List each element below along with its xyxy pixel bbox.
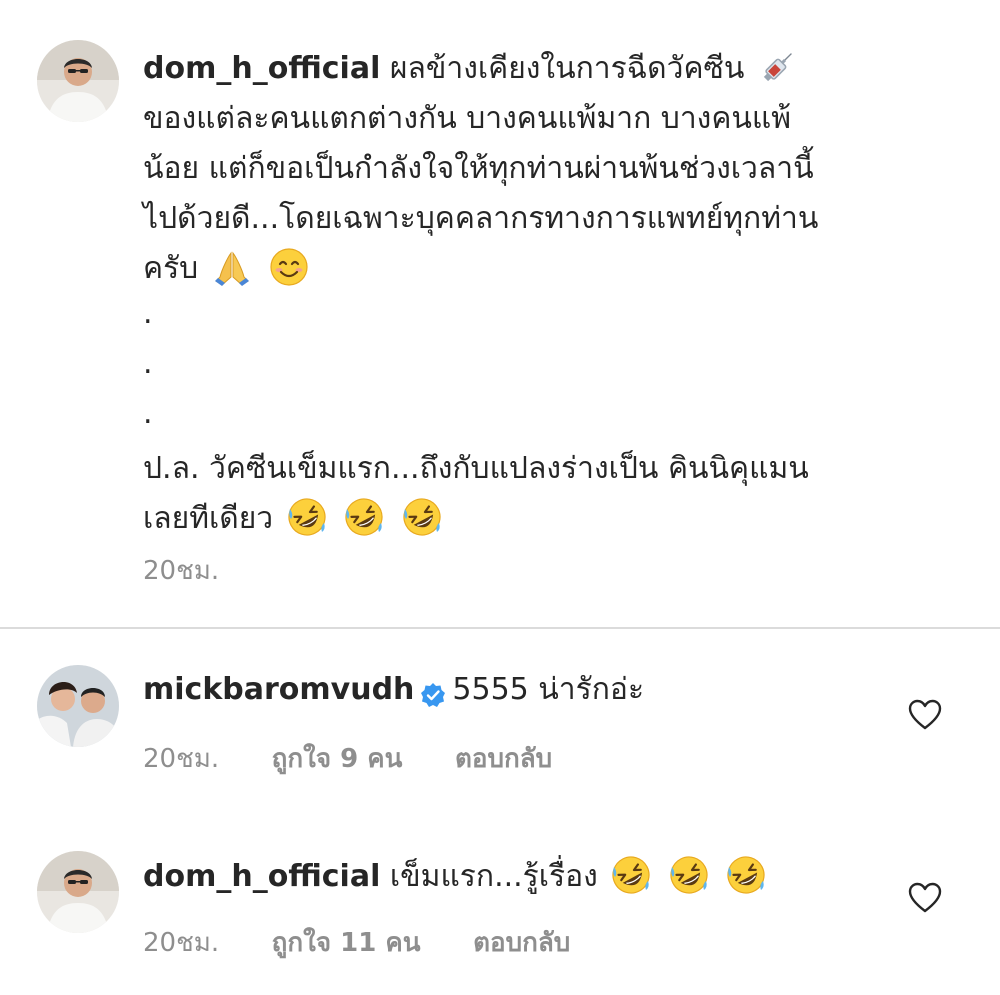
- verified-badge-icon: [420, 674, 446, 707]
- rolling-on-floor-laughing-emoji-icon: [611, 855, 651, 895]
- folded-hands-emoji-icon: [212, 247, 252, 287]
- smiling-face-emoji-icon: [269, 247, 309, 287]
- caption-text: dom_h_official ผลข้างเคียงในการฉีดวัคซีน…: [143, 44, 963, 544]
- comment-timestamp: 20ชม.: [143, 928, 220, 958]
- caption-text-line: ของแต่ละคนแตกต่างกัน บางคนแพ้มาก บางคนแพ…: [143, 101, 792, 136]
- caption-text-line: ผลข้างเคียงในการฉีดวัคซีน: [389, 51, 745, 86]
- comment-meta: 20ชม. ถูกใจ 11 คน ตอบกลับ: [143, 922, 570, 963]
- likes-count-link[interactable]: ถูกใจ 9 คน: [272, 738, 403, 779]
- comment-text: mickbaromvudh 5555 น่ารักอ่ะ: [143, 665, 893, 715]
- comment-line: dom_h_official เข็มแรก...รู้เรื่อง: [143, 852, 893, 902]
- syringe-emoji-icon: [758, 47, 798, 87]
- caption-dot: .: [143, 296, 153, 331]
- comment-line: mickbaromvudh 5555 น่ารักอ่ะ: [143, 665, 893, 715]
- caption-timestamp: 20ชม.: [143, 556, 220, 586]
- caption-line-1: dom_h_official ผลข้างเคียงในการฉีดวัคซีน: [143, 44, 963, 94]
- rolling-on-floor-laughing-emoji-icon: [669, 855, 709, 895]
- comment-avatar[interactable]: [37, 665, 119, 747]
- caption-username[interactable]: dom_h_official: [143, 51, 380, 86]
- comment-username[interactable]: dom_h_official: [143, 859, 380, 894]
- caption-line-5: ครับ: [143, 244, 963, 294]
- caption-text-line: ไปด้วยดี...โดยเฉพาะบุคคลากรทางการแพทย์ทุ…: [143, 201, 819, 236]
- caption-dot: .: [143, 346, 153, 381]
- caption-text-line: ครับ: [143, 251, 199, 286]
- comment-avatar[interactable]: [37, 851, 119, 933]
- caption-avatar[interactable]: [37, 40, 119, 122]
- rolling-on-floor-laughing-emoji-icon: [726, 855, 766, 895]
- caption-dot: .: [143, 396, 153, 431]
- reply-button[interactable]: ตอบกลับ: [455, 738, 552, 779]
- rolling-on-floor-laughing-emoji-icon: [287, 497, 327, 537]
- caption-text-line: ป.ล. วัคซีนเข็มแรก...ถึงกับแปลงร่างเป็น …: [143, 451, 809, 486]
- comment-body: เข็มแรก...รู้เรื่อง: [389, 859, 598, 894]
- heart-icon[interactable]: [908, 699, 942, 731]
- caption-line-ps-2: เลยทีเดียว: [143, 494, 963, 544]
- heart-icon[interactable]: [908, 882, 942, 914]
- post-caption: dom_h_official ผลข้างเคียงในการฉีดวัคซีน…: [0, 0, 1000, 627]
- comment-text: dom_h_official เข็มแรก...รู้เรื่อง: [143, 852, 893, 902]
- comment-timestamp: 20ชม.: [143, 744, 220, 774]
- rolling-on-floor-laughing-emoji-icon: [344, 497, 384, 537]
- rolling-on-floor-laughing-emoji-icon: [402, 497, 442, 537]
- section-divider: [0, 627, 1000, 629]
- comment-username[interactable]: mickbaromvudh: [143, 672, 414, 707]
- caption-text-line: เลยทีเดียว: [143, 501, 274, 536]
- caption-text-line: น้อย แต่ก็ขอเป็นกำลังใจให้ทุกท่านผ่านพ้น…: [143, 151, 814, 186]
- reply-button[interactable]: ตอบกลับ: [473, 922, 570, 963]
- comment-body: 5555 น่ารักอ่ะ: [452, 672, 645, 707]
- comment-meta: 20ชม. ถูกใจ 9 คน ตอบกลับ: [143, 738, 552, 779]
- likes-count-link[interactable]: ถูกใจ 11 คน: [272, 922, 421, 963]
